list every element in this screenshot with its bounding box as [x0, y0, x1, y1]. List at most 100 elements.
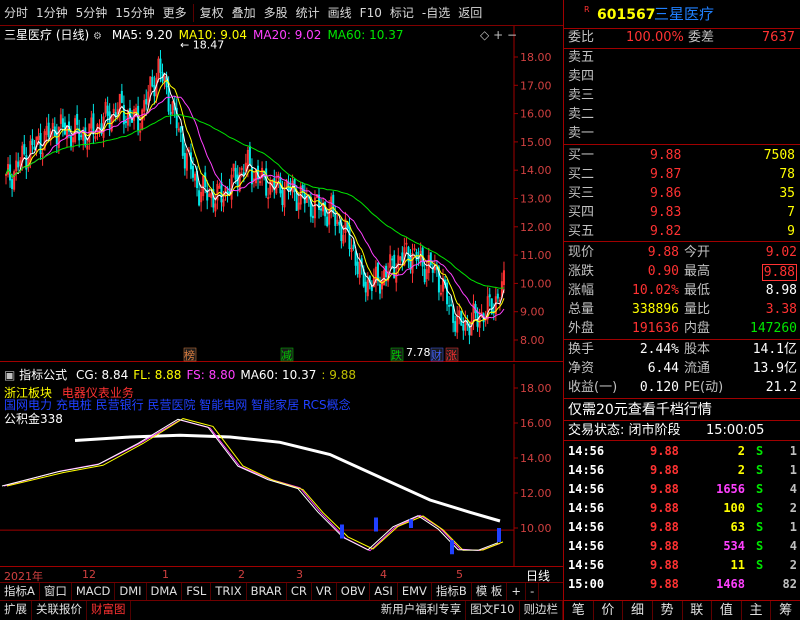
- extension-tab[interactable]: 图文F10: [466, 601, 520, 620]
- tick-count: 2: [789, 558, 797, 572]
- tick-time: 14:56: [568, 558, 605, 572]
- indicator-labels: CG: 8.84 FL: 8.88 FS: 8.80 MA60: 10.37: 9.8…: [71, 368, 356, 382]
- buy-row[interactable]: 买三 9.86 35: [564, 185, 800, 203]
- toolbar-item[interactable]: 返回: [454, 2, 486, 24]
- indicator-tab[interactable]: ASI: [370, 583, 398, 600]
- quote-tab[interactable]: 值: [712, 601, 742, 620]
- chart-corner-icons: ◇ + −: [480, 28, 517, 42]
- indicator-tab[interactable]: -: [526, 583, 540, 600]
- tick-direction: S: [756, 520, 764, 534]
- buy-row[interactable]: 买一 9.88 7508: [564, 147, 800, 165]
- candle-body: [429, 252, 432, 266]
- quote-tab[interactable]: 主: [742, 601, 772, 620]
- candle-body: [462, 324, 465, 331]
- minus-icon[interactable]: −: [507, 28, 517, 42]
- toolbar-item[interactable]: 15分钟: [111, 2, 158, 24]
- toolbar-item[interactable]: -自选: [418, 2, 454, 24]
- extension-tab[interactable]: 财富图: [87, 601, 131, 620]
- stat-value: 9.88: [761, 264, 797, 281]
- event-marker: 跌: [391, 348, 402, 362]
- kline-chart[interactable]: 18.00 17.00 16.00 15.00 14.00 13.00 12.00 11.00…: [0, 26, 563, 362]
- sell-row[interactable]: 卖二: [564, 106, 800, 124]
- quote-tab[interactable]: 筹: [771, 601, 800, 620]
- buy-row[interactable]: 买四 9.83 7: [564, 204, 800, 222]
- toolbar-item[interactable]: 画线: [324, 2, 356, 24]
- indicator-tab[interactable]: 模 板: [472, 583, 508, 600]
- stat2-label: 净资: [568, 361, 595, 376]
- toolbar-item[interactable]: 更多: [159, 2, 191, 24]
- buy-price: 9.87: [650, 167, 682, 182]
- candle-body: [47, 122, 50, 137]
- toolbar-item[interactable]: 标记: [386, 2, 418, 24]
- toolbar-item[interactable]: F10: [356, 2, 386, 24]
- indicator-tab[interactable]: DMI: [115, 583, 147, 600]
- promo-text[interactable]: 仅需20元查看千档行情: [568, 401, 712, 419]
- sell-row[interactable]: 卖四: [564, 68, 800, 86]
- buy-vol: 35: [779, 186, 795, 201]
- indicator-tab[interactable]: 指标A: [0, 583, 40, 600]
- stat-label: 涨跌: [568, 264, 595, 279]
- candle-body: [234, 167, 237, 180]
- quote-panel: R 601567 三星医疗 委比 100.00% 委差 7637 卖五 卖四 卖三卖…: [563, 0, 800, 620]
- extension-tab[interactable]: 关联报价: [32, 601, 87, 620]
- indicator-tab[interactable]: CR: [287, 583, 312, 600]
- toolbar-item[interactable]: 多股: [260, 2, 292, 24]
- tick-price: 9.88: [650, 558, 679, 572]
- indicator-tab[interactable]: OBV: [337, 583, 371, 600]
- extension-tab[interactable]: 则边栏: [520, 601, 563, 620]
- quote-tab[interactable]: 笔: [564, 601, 594, 620]
- quote-tab[interactable]: 细: [623, 601, 653, 620]
- indicator-chart[interactable]: 18.00 16.00 14.00 12.00 10.00 ▣ 指标公式 CG: 8.8…: [0, 364, 563, 566]
- sell-row[interactable]: 卖五: [564, 49, 800, 67]
- quote-tab[interactable]: 势: [653, 601, 683, 620]
- indicator-tab[interactable]: 指标B: [432, 583, 472, 600]
- indicator-tab[interactable]: BRAR: [247, 583, 287, 600]
- time-axis-label: 12: [82, 568, 96, 581]
- indicator-tab[interactable]: MACD: [72, 583, 116, 600]
- time-axis-label: 3: [296, 568, 303, 581]
- stat2-value: 2.44%: [639, 342, 679, 357]
- toolbar-item[interactable]: 分时: [0, 2, 32, 24]
- toolbar-item[interactable]: 叠加: [228, 2, 260, 24]
- buy-label: 买四: [568, 205, 595, 220]
- quote-tab[interactable]: 联: [683, 601, 713, 620]
- stock-name[interactable]: 三星医疗: [654, 5, 714, 23]
- price-tick-label: 18.00: [520, 51, 552, 64]
- sell-row[interactable]: 卖三: [564, 87, 800, 105]
- candle-body: [378, 284, 381, 294]
- sell-row[interactable]: 卖一: [564, 125, 800, 143]
- indicator-tab[interactable]: EMV: [398, 583, 432, 600]
- toolbar-item[interactable]: 统计: [292, 2, 324, 24]
- toolbar-item[interactable]: 5分钟: [72, 2, 112, 24]
- candle-body: [370, 286, 373, 291]
- candle-body: [446, 282, 449, 305]
- quote-stat2-row: 换手 2.44% 股本 14.1亿: [564, 341, 800, 359]
- price-tick-label: 14.00: [520, 164, 552, 177]
- stock-code[interactable]: 601567: [597, 6, 655, 24]
- price-tick-label: 8.00: [520, 334, 545, 347]
- quote-tab[interactable]: 价: [594, 601, 624, 620]
- extension-tab[interactable]: 新用户福利专享: [377, 601, 467, 620]
- buy-row[interactable]: 买五 9.82 9: [564, 223, 800, 241]
- promo-row[interactable]: 仅需20元查看千档行情: [564, 401, 800, 419]
- add-icon[interactable]: +: [493, 28, 503, 42]
- indicator-tab[interactable]: 窗口: [40, 583, 72, 600]
- lock-icon[interactable]: ▣: [4, 368, 15, 382]
- buy-row[interactable]: 买二 9.87 78: [564, 166, 800, 184]
- indicator-tab[interactable]: TRIX: [211, 583, 247, 600]
- candle-body: [326, 216, 329, 227]
- diamond-icon[interactable]: ◇: [480, 28, 489, 42]
- settings-icon[interactable]: ⚙: [93, 31, 102, 42]
- stat-label: 总量: [568, 302, 595, 317]
- fund-label: 公积金338: [4, 412, 63, 426]
- indicator-tab[interactable]: VR: [312, 583, 337, 600]
- toolbar-item[interactable]: 复权: [196, 2, 228, 24]
- indicator-tab[interactable]: +: [507, 583, 527, 600]
- indicator-tab[interactable]: DMA: [147, 583, 183, 600]
- quote-stat-row: 涨跌 0.90 最高 9.88: [564, 263, 800, 281]
- toolbar-item[interactable]: 1分钟: [32, 2, 72, 24]
- indicator-value-label: FL: 8.88: [133, 368, 182, 382]
- indicator-tab[interactable]: FSL: [182, 583, 212, 600]
- candle-body: [181, 133, 184, 156]
- extension-tab[interactable]: 扩展: [0, 601, 32, 620]
